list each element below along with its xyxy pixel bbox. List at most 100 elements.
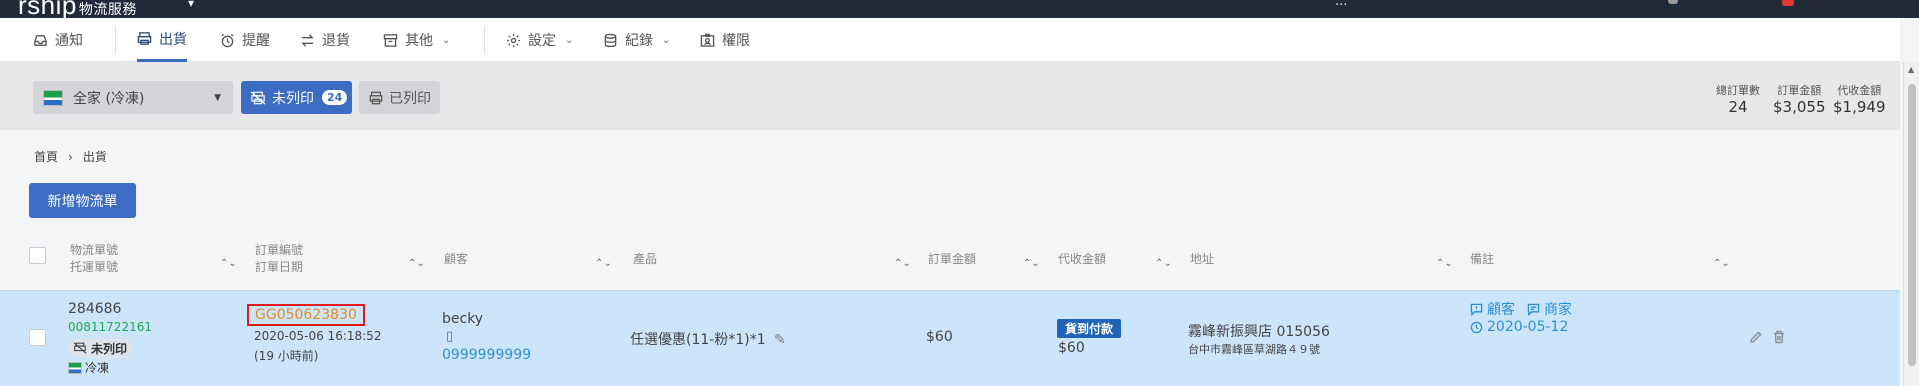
nav-settings[interactable]: 設定 ⌄ — [506, 18, 573, 62]
tracking-number[interactable]: 00811722161 — [68, 320, 152, 334]
user-info[interactable]: ... — [1335, 0, 1347, 9]
add-shipment-button[interactable]: 新增物流單 — [29, 183, 136, 218]
product-name: 任選優惠(11-粉*1)*1 — [630, 332, 766, 348]
printed-label: 已列印 — [389, 90, 431, 107]
nav-divider — [115, 26, 116, 54]
swap-icon — [301, 33, 314, 47]
printer-off-icon — [73, 342, 87, 354]
stat-label: 代收金額 — [1837, 84, 1882, 97]
familymart-logo-icon — [43, 89, 63, 106]
col-cod-amount: 代收金額 — [1058, 252, 1107, 266]
col-logistics: 物流單號 托運單號 — [70, 242, 118, 276]
dropdown-arrow-icon: ▼ — [214, 93, 221, 103]
printed-filter-button[interactable]: 已列印 — [359, 81, 440, 114]
col-logistics-no: 物流單號 — [70, 243, 119, 257]
nav-returns[interactable]: 退貨 — [300, 18, 350, 62]
sort-icon[interactable]: ⌃⌄ — [220, 258, 237, 269]
unprinted-count-badge: 24 — [322, 90, 348, 105]
cod-amount: $60 — [1058, 340, 1085, 356]
top-bar: rship 物流服務 ▾ ... — [0, 0, 1919, 18]
note-date-value: 2020-05-12 — [1487, 319, 1569, 335]
vertical-scrollbar[interactable]: ▲ — [1903, 62, 1919, 386]
nav-reminder[interactable]: 提醒 — [220, 18, 270, 62]
customer-phone[interactable]: 0999999999 — [442, 347, 531, 363]
col-order-amount: 訂單金額 — [928, 252, 977, 266]
sort-icon[interactable]: ⌃⌄ — [408, 258, 425, 269]
order-amount: $60 — [926, 329, 953, 345]
comment-icon — [1527, 303, 1540, 316]
stat-value: 24 — [1728, 98, 1748, 116]
nav-other[interactable]: 其他 ⌄ — [383, 18, 450, 62]
print-status-badge: 未列印 — [67, 339, 134, 357]
nav-settings-label: 設定 — [528, 33, 556, 49]
nav-permissions-label: 權限 — [722, 33, 750, 49]
stat-total-orders: 總訂單數 24 — [1716, 82, 1760, 116]
box-icon — [383, 33, 398, 47]
breadcrumb: 首頁 › 出貨 — [34, 148, 107, 165]
scrollbar-thumb[interactable] — [1908, 84, 1916, 366]
pencil-icon — [1750, 331, 1762, 343]
note-date: 2020-05-12 — [1470, 319, 1568, 335]
col-order-date: 訂單日期 — [255, 260, 304, 274]
brand-subtitle: 物流服務 — [78, 1, 137, 17]
status-indicator — [1668, 0, 1678, 4]
stat-label: 總訂單數 — [1716, 84, 1760, 97]
comment-alert-icon — [1470, 303, 1483, 316]
order-datetime: 2020-05-06 16:18:52 — [254, 329, 382, 343]
col-tracking-no: 托運單號 — [70, 260, 119, 274]
customer-name: becky — [442, 311, 484, 327]
merchant-note-label: 商家 — [1544, 302, 1572, 318]
filter-bar: 全家 (冷凍) ▼ 未列印 24 已列印 總訂單數 24 訂單金額 $3,055… — [0, 62, 1900, 130]
nav-permissions[interactable]: 權限 — [700, 18, 750, 62]
stat-value: $1,949 — [1833, 98, 1886, 116]
unprinted-filter-button[interactable]: 未列印 24 — [241, 81, 352, 114]
id-card-icon — [700, 33, 715, 47]
printer-icon — [137, 32, 152, 45]
scroll-up-arrow-icon[interactable]: ▲ — [1908, 65, 1914, 74]
store-type-value: 全家 (冷凍) — [73, 90, 145, 107]
nav-shipping-label: 出貨 — [159, 31, 187, 48]
database-icon — [604, 33, 617, 47]
brand-name: rship — [18, 0, 77, 18]
temperature-type-label: 冷凍 — [85, 361, 110, 375]
nav-divider — [484, 26, 485, 54]
sort-icon[interactable]: ⌃⌄ — [894, 258, 911, 269]
sort-icon[interactable]: ⌃⌄ — [1155, 258, 1172, 269]
nav-other-label: 其他 — [405, 33, 433, 49]
chevron-down-icon: ⌄ — [662, 34, 671, 46]
col-order: 訂單編號 訂單日期 — [255, 242, 303, 276]
table-row[interactable]: 284686 00811722161 未列印 冷凍 GG050623830 20… — [0, 290, 1900, 386]
sort-icon[interactable]: ⌃⌄ — [1023, 258, 1040, 269]
main-nav: 通知 出貨 提醒 退貨 其他 ⌄ 設定 ⌄ 紀錄 ⌄ 權限 — [0, 18, 1900, 62]
store-type-select[interactable]: 全家 (冷凍) ▼ — [33, 81, 233, 114]
col-order-no: 訂單編號 — [255, 243, 304, 257]
breadcrumb-current: 出貨 — [82, 150, 107, 164]
edit-icon[interactable]: ✎ — [774, 332, 786, 348]
nav-notify-label: 通知 — [55, 33, 83, 49]
customer-note-link[interactable]: 顧客 — [1470, 299, 1515, 319]
nav-records[interactable]: 紀錄 ⌄ — [603, 18, 670, 62]
row-checkbox[interactable] — [29, 329, 46, 346]
order-number-link[interactable]: GG050623830 — [247, 304, 365, 326]
edit-icon[interactable] — [1749, 329, 1763, 348]
chevron-down-icon[interactable]: ▾ — [188, 0, 194, 10]
merchant-note-link[interactable]: 商家 — [1527, 299, 1572, 319]
col-customer: 顧客 — [444, 252, 469, 266]
sort-icon[interactable]: ⌃⌄ — [1436, 258, 1453, 269]
notification-indicator[interactable] — [1782, 0, 1794, 6]
breadcrumb-home[interactable]: 首頁 — [34, 148, 58, 165]
nav-shipping[interactable]: 出貨 — [137, 18, 187, 62]
sort-icon[interactable]: ⌃⌄ — [1713, 258, 1730, 269]
delete-icon[interactable] — [1772, 329, 1786, 348]
printer-off-icon — [250, 90, 266, 105]
stat-cod-amount: 代收金額 $1,949 — [1833, 82, 1886, 116]
brand-logo[interactable]: rship 物流服務 — [18, 0, 137, 18]
col-notes: 備註 — [1470, 252, 1495, 266]
sort-icon[interactable]: ⌃⌄ — [595, 258, 612, 269]
nav-reminder-label: 提醒 — [242, 33, 270, 49]
col-address: 地址 — [1190, 252, 1215, 266]
select-all-checkbox[interactable] — [29, 247, 46, 264]
nav-notify[interactable]: 通知 — [33, 18, 83, 62]
unprinted-label: 未列印 — [272, 90, 314, 107]
breadcrumb-separator: › — [68, 149, 73, 164]
